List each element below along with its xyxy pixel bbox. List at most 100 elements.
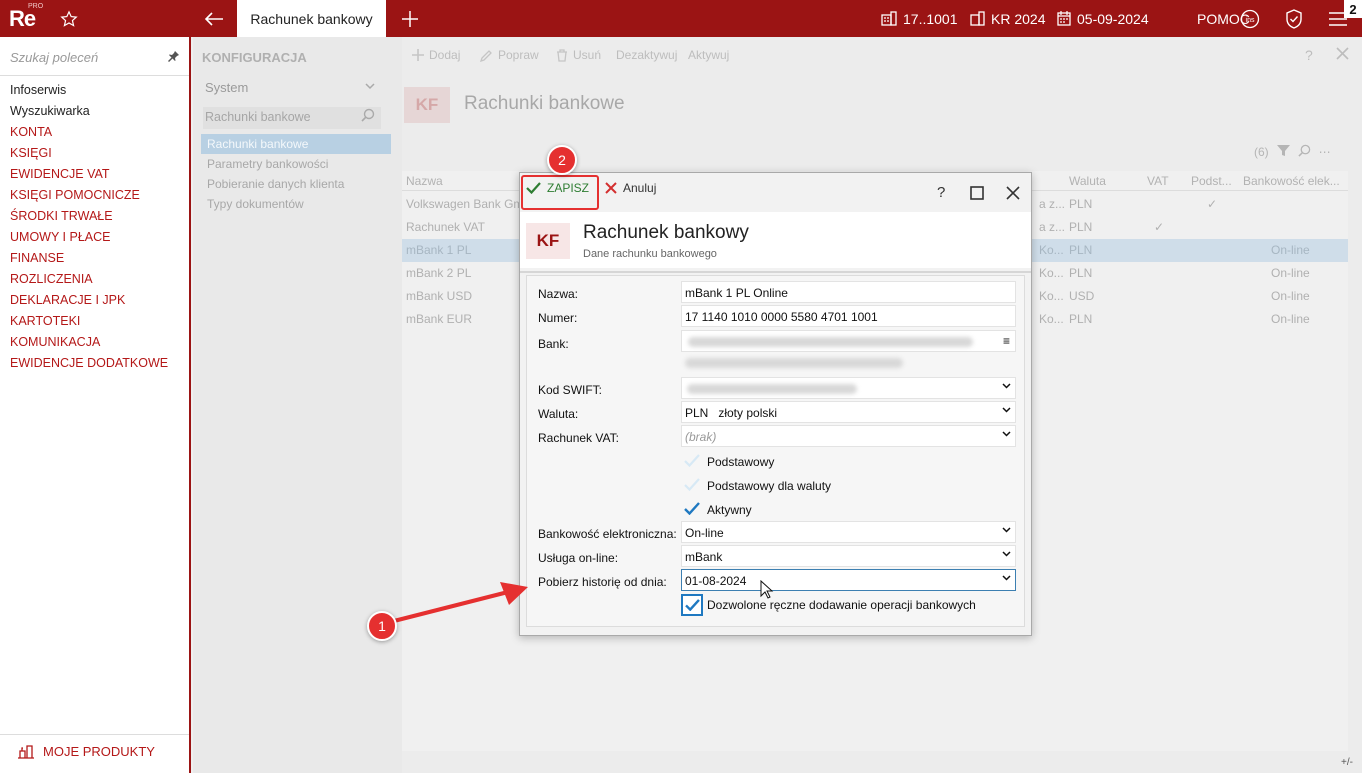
trash-icon: [557, 48, 567, 62]
account-number-field[interactable]: 17 1140 1010 0000 5580 4701 1001: [681, 305, 1016, 327]
search-icon[interactable]: [361, 108, 375, 125]
column-header-default[interactable]: Podst...: [1191, 174, 1232, 188]
add-button[interactable]: Dodaj: [412, 48, 460, 62]
date-selector[interactable]: 05-09-2024: [1057, 0, 1149, 37]
sidebar-item[interactable]: Infoserwis: [10, 80, 168, 101]
pin-icon[interactable]: [168, 50, 180, 65]
edit-button[interactable]: Popraw: [480, 48, 539, 62]
tab-rachunek-bankowy[interactable]: Rachunek bankowy: [237, 0, 386, 37]
sidebar-item[interactable]: KONTA: [10, 122, 168, 143]
online-service-select[interactable]: mBank: [681, 545, 1016, 567]
sidebar-item[interactable]: KARTOTEKI: [10, 311, 168, 332]
ebanking-select[interactable]: On-line: [681, 521, 1016, 543]
sidebar-item[interactable]: KSIĘGI: [10, 143, 168, 164]
vat-account-select[interactable]: (brak): [681, 425, 1016, 447]
sidebar-menu: Infoserwis Wyszukiwarka KONTA KSIĘGI EWIDENC…: [10, 80, 168, 374]
maximize-icon[interactable]: [970, 186, 984, 205]
config-tree-item[interactable]: Pobieranie danych klienta: [201, 174, 391, 194]
dialog-close-icon[interactable]: [1006, 186, 1020, 205]
dialog-help-icon[interactable]: ?: [937, 184, 945, 201]
sidebar-item[interactable]: KSIĘGI POMOCNICZE: [10, 185, 168, 206]
help-icon[interactable]: ?: [1305, 47, 1313, 63]
config-tree: Rachunki bankowe Parametry bankowości Pobi…: [201, 134, 391, 214]
activate-button[interactable]: Aktywuj: [688, 48, 729, 62]
column-header-ebanking[interactable]: Bankowość elek...: [1243, 174, 1340, 188]
chevron-down-icon[interactable]: [365, 81, 375, 93]
step-2-marker: 2: [547, 145, 577, 175]
chevron-down-icon[interactable]: [1002, 429, 1011, 440]
list-picker-icon[interactable]: ≡: [1003, 334, 1010, 348]
search-icon[interactable]: [1298, 144, 1311, 160]
default-for-currency-label[interactable]: Podstawowy dla waluty: [707, 479, 831, 493]
sidebar-item[interactable]: KOMUNIKACJA: [10, 332, 168, 353]
sidebar-item[interactable]: UMOWY I PŁACE: [10, 227, 168, 248]
sidebar-item[interactable]: EWIDENCJE VAT: [10, 164, 168, 185]
chevron-down-icon[interactable]: [1002, 549, 1011, 560]
default-checkbox[interactable]: [681, 449, 703, 471]
active-checkbox-label[interactable]: Aktywny: [707, 503, 752, 517]
swift-value-blurred: [687, 384, 857, 394]
chevron-down-icon[interactable]: [1002, 381, 1011, 392]
config-tree-item[interactable]: Parametry bankowości: [201, 154, 391, 174]
resize-toggle[interactable]: +/-: [1341, 757, 1353, 768]
table-cell-name: mBank EUR: [406, 312, 473, 326]
column-header-name[interactable]: Nazwa: [406, 174, 443, 188]
add-tab-plus-icon[interactable]: [400, 0, 420, 37]
deactivate-button[interactable]: Dezaktywuj: [616, 48, 677, 62]
currency-value: PLN złoty polski: [685, 406, 778, 420]
favorites-star-icon[interactable]: [56, 0, 82, 37]
system-group-selector[interactable]: System: [205, 80, 248, 95]
table-cell-currency: PLN: [1069, 243, 1093, 257]
company-selector[interactable]: 17..1001: [881, 0, 958, 37]
manual-operations-checkbox[interactable]: [681, 594, 703, 616]
chevron-down-icon[interactable]: [1002, 573, 1011, 584]
config-tree-item[interactable]: Rachunki bankowe: [201, 134, 391, 154]
config-search-input[interactable]: Rachunki bankowe: [205, 110, 311, 124]
period-label: KR 2024: [991, 10, 1046, 27]
sidebar-item[interactable]: EWIDENCJE DODATKOWE: [10, 353, 168, 374]
top-bar: Re PRO Rachunek bankowy 17..1001 KR 2024…: [0, 0, 1362, 37]
notification-badge[interactable]: 2: [1344, 0, 1362, 18]
table-cell-mid: Ko...: [1039, 266, 1064, 280]
chevron-down-icon[interactable]: [1002, 525, 1011, 536]
default-checkbox-label[interactable]: Podstawowy: [707, 455, 774, 469]
command-search-input[interactable]: Szukaj poleceń: [10, 50, 98, 65]
back-arrow-icon[interactable]: [201, 0, 227, 37]
bank-field[interactable]: ≡: [681, 330, 1016, 352]
filter-icon[interactable]: [1276, 144, 1290, 160]
swift-select[interactable]: [681, 377, 1016, 399]
currency-select[interactable]: PLN złoty polski: [681, 401, 1016, 423]
ins-label: ins: [1246, 17, 1255, 24]
manual-operations-label[interactable]: Dozwolone ręczne dodawanie operacji bank…: [707, 598, 976, 612]
app-logo[interactable]: Re PRO: [0, 0, 46, 37]
history-from-date-select[interactable]: 01-08-2024: [681, 569, 1016, 591]
bank-address-blurred: [685, 358, 903, 368]
sidebar-item[interactable]: ŚRODKI TRWAŁE: [10, 206, 168, 227]
name-field[interactable]: mBank 1 PL Online: [681, 281, 1016, 303]
table-cell-mid: a z...: [1039, 197, 1066, 211]
sidebar-item[interactable]: Wyszukiwarka: [10, 101, 168, 122]
table-cell-name: mBank 1 PL: [406, 243, 472, 257]
table-cell-name: mBank USD: [406, 289, 473, 303]
default-for-currency-checkbox[interactable]: [681, 473, 703, 495]
chevron-down-icon[interactable]: [1002, 405, 1011, 416]
cancel-button[interactable]: Anuluj: [605, 181, 656, 195]
column-header-vat[interactable]: VAT: [1147, 174, 1169, 188]
period-building-icon: [970, 11, 985, 26]
vat-account-label: Rachunek VAT:: [538, 431, 619, 445]
column-header-currency[interactable]: Waluta: [1069, 174, 1106, 188]
more-dots-icon[interactable]: ⋯: [1319, 145, 1331, 159]
sidebar-item[interactable]: DEKLARACJE I JPK: [10, 290, 168, 311]
ins-service-icon[interactable]: ins: [1239, 0, 1261, 37]
dialog-header-divider: [520, 271, 1031, 273]
security-shield-icon[interactable]: [1283, 0, 1305, 37]
config-tree-item[interactable]: Typy dokumentów: [201, 194, 391, 214]
active-checkbox[interactable]: [681, 497, 703, 519]
sidebar-item[interactable]: FINANSE: [10, 248, 168, 269]
close-icon[interactable]: [1336, 47, 1349, 63]
currency-label: Waluta:: [538, 407, 579, 421]
my-products-button[interactable]: MOJE PRODUKTY: [17, 743, 155, 759]
period-selector[interactable]: KR 2024: [970, 0, 1045, 37]
sidebar-item[interactable]: ROZLICZENIA: [10, 269, 168, 290]
delete-button[interactable]: Usuń: [556, 48, 601, 62]
